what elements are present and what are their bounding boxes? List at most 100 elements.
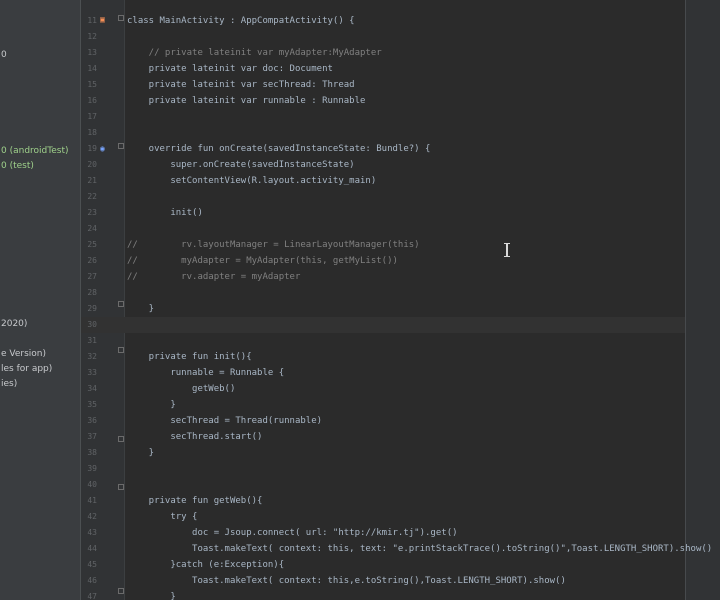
- line-number: 24: [87, 224, 97, 233]
- line-number: 25: [87, 240, 97, 249]
- code-line[interactable]: 13 // private lateinit var myAdapter:MyA…: [81, 45, 685, 61]
- line-number: 47: [87, 592, 97, 600]
- line-number: 45: [87, 560, 97, 569]
- right-side-panel: [685, 0, 720, 600]
- line-number: 13: [87, 48, 97, 57]
- sidebar-item-0[interactable]: 0: [0, 48, 80, 62]
- code-line[interactable]: 43 doc = Jsoup.connect( url: "http://kmi…: [81, 525, 685, 541]
- line-number: 32: [87, 352, 97, 361]
- code-line[interactable]: 18: [81, 125, 685, 141]
- ide-window: 0 0 (androidTest) 0 (test) 2020) e Versi…: [0, 0, 720, 600]
- sidebar-item-version[interactable]: e Version): [0, 347, 80, 361]
- line-number: 30: [87, 320, 97, 329]
- sidebar-item-2020[interactable]: 2020): [0, 317, 80, 331]
- code-line[interactable]: 41 private fun getWeb(){: [81, 493, 685, 509]
- line-number: 31: [87, 336, 97, 345]
- code-line[interactable]: 20 super.onCreate(savedInstanceState): [81, 157, 685, 173]
- code-line[interactable]: 42 try {: [81, 509, 685, 525]
- line-number: 36: [87, 416, 97, 425]
- code-line[interactable]: 29 }: [81, 301, 685, 317]
- line-code: }: [127, 400, 176, 410]
- line-number: 23: [87, 208, 97, 217]
- code-line[interactable]: 17: [81, 109, 685, 125]
- line-code: try {: [127, 512, 198, 522]
- line-number: 37: [87, 432, 97, 441]
- line-number: 12: [87, 32, 97, 41]
- line-code: }catch (e:Exception){: [127, 560, 285, 570]
- sidebar-item-files-for-app[interactable]: les for app): [0, 362, 80, 376]
- line-number: 39: [87, 464, 97, 473]
- line-code: class MainActivity : AppCompatActivity()…: [127, 16, 355, 26]
- code-line[interactable]: 16 private lateinit var runnable : Runna…: [81, 93, 685, 109]
- sidebar-item-test[interactable]: 0 (test): [0, 159, 80, 173]
- code-line[interactable]: 23 init(): [81, 205, 685, 221]
- code-line[interactable]: 40: [81, 477, 685, 493]
- code-line[interactable]: 26 // myAdapter = MyAdapter(this, getMyLi…: [81, 253, 685, 269]
- code-line[interactable]: 32 private fun init(){: [81, 349, 685, 365]
- line-code: // rv.adapter = myAdapter: [127, 272, 301, 282]
- code-line[interactable]: 38 }: [81, 445, 685, 461]
- sidebar-item-ies[interactable]: ies): [0, 377, 80, 391]
- code-line[interactable]: 45 }catch (e:Exception){: [81, 557, 685, 573]
- code-line[interactable]: 47 }: [81, 589, 685, 600]
- code-line[interactable]: 11 class MainActivity : AppCompatActivity…: [81, 13, 685, 29]
- line-code: secThread = Thread(runnable): [127, 416, 323, 426]
- line-number: 26: [87, 256, 97, 265]
- line-code: private lateinit var doc: Document: [127, 64, 333, 74]
- code-line[interactable]: 15 private lateinit var secThread: Threa…: [81, 77, 685, 93]
- code-line[interactable]: 28: [81, 285, 685, 301]
- code-line[interactable]: 12: [81, 29, 685, 45]
- code-line[interactable]: 19 override fun onCreate(savedInstanceSt…: [81, 141, 685, 157]
- line-number: 44: [87, 544, 97, 553]
- line-number: 41: [87, 496, 97, 505]
- code-line[interactable]: 37 secThread.start(): [81, 429, 685, 445]
- line-number: 22: [87, 192, 97, 201]
- line-number: 43: [87, 528, 97, 537]
- line-code: super.onCreate(savedInstanceState): [127, 160, 355, 170]
- line-code: Toast.makeText( context: this,e.toString…: [127, 576, 566, 586]
- line-number: 27: [87, 272, 97, 281]
- line-code: Toast.makeText( context: this, text: "e.…: [127, 544, 713, 554]
- line-code: }: [127, 592, 176, 600]
- line-code: private fun getWeb(){: [127, 496, 263, 506]
- line-number: 19: [87, 144, 97, 153]
- sidebar-item-android-test[interactable]: 0 (androidTest): [0, 144, 80, 158]
- line-code: }: [127, 304, 155, 314]
- line-code: init(): [127, 208, 203, 218]
- code-line[interactable]: 39: [81, 461, 685, 477]
- code-line[interactable]: 24: [81, 221, 685, 237]
- code-line[interactable]: 31: [81, 333, 685, 349]
- line-number: 42: [87, 512, 97, 521]
- code-line[interactable]: 14 private lateinit var doc: Document: [81, 61, 685, 77]
- line-code: runnable = Runnable {: [127, 368, 285, 378]
- line-number: 46: [87, 576, 97, 585]
- line-code: secThread.start(): [127, 432, 263, 442]
- code-line[interactable]: 36 secThread = Thread(runnable): [81, 413, 685, 429]
- line-number: 21: [87, 176, 97, 185]
- code-line[interactable]: 33 runnable = Runnable {: [81, 365, 685, 381]
- line-number: 16: [87, 96, 97, 105]
- code-line-current[interactable]: 30: [81, 317, 685, 333]
- line-code: // private lateinit var myAdapter:MyAdap…: [127, 48, 382, 58]
- code-line[interactable]: 34 getWeb(): [81, 381, 685, 397]
- line-number: 17: [87, 112, 97, 121]
- code-line[interactable]: 27 // rv.adapter = myAdapter: [81, 269, 685, 285]
- line-number: 18: [87, 128, 97, 137]
- project-sidebar: 0 0 (androidTest) 0 (test) 2020) e Versi…: [0, 0, 81, 600]
- code-line[interactable]: 25 // rv.layoutManager = LinearLayoutMana…: [81, 237, 685, 253]
- line-number: 35: [87, 400, 97, 409]
- line-number: 38: [87, 448, 97, 457]
- line-code: getWeb(): [127, 384, 236, 394]
- code-line[interactable]: 35 }: [81, 397, 685, 413]
- line-number: 40: [87, 480, 97, 489]
- line-number: 20: [87, 160, 97, 169]
- line-number: 33: [87, 368, 97, 377]
- code-line[interactable]: 44 Toast.makeText( context: this, text: …: [81, 541, 712, 557]
- line-code: private fun init(){: [127, 352, 252, 362]
- code-line[interactable]: 46 Toast.makeText( context: this,e.toStr…: [81, 573, 685, 589]
- line-number: 28: [87, 288, 97, 297]
- code-line[interactable]: 21 setContentView(R.layout.activity_main…: [81, 173, 685, 189]
- code-line[interactable]: 22: [81, 189, 685, 205]
- line-code: doc = Jsoup.connect( url: "http://kmir.t…: [127, 528, 458, 538]
- line-code: setContentView(R.layout.activity_main): [127, 176, 377, 186]
